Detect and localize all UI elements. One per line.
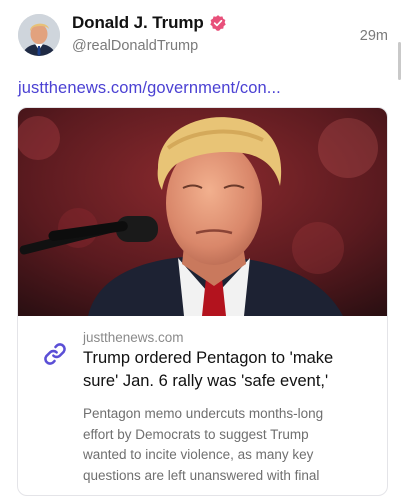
link-preview-card[interactable]: justthenews.com Trump ordered Pentagon t… [17, 107, 388, 496]
author-name[interactable]: Donald J. Trump [72, 13, 204, 33]
post-timestamp[interactable]: 29m [360, 28, 388, 44]
author-row: Donald J. Trump [72, 13, 227, 33]
card-title: Trump ordered Pentagon to 'make sure' Ja… [83, 349, 334, 390]
author-handle[interactable]: @realDonaldTrump [72, 38, 198, 54]
card-domain: justthenews.com [83, 330, 184, 345]
card-image [18, 108, 387, 316]
card-description: Pentagon memo undercuts months-long effo… [83, 406, 324, 483]
avatar-image [18, 14, 60, 56]
scrollbar[interactable] [398, 42, 401, 80]
verified-badge-icon [209, 15, 226, 31]
post-link[interactable]: justthenews.com/government/con... [18, 79, 281, 98]
link-icon [44, 343, 66, 365]
avatar[interactable] [18, 14, 60, 56]
